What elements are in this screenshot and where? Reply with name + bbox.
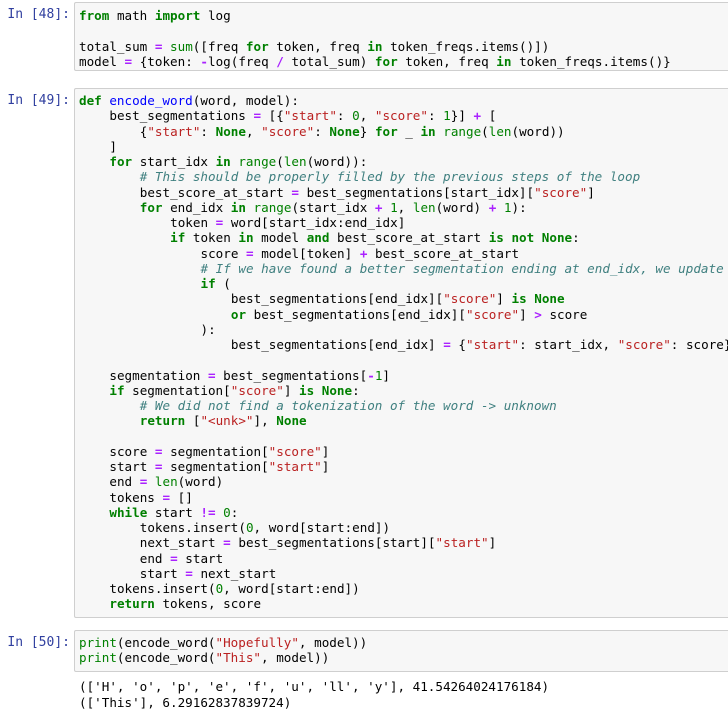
code-line: start = next_start — [139, 565, 277, 581]
code-line: best_segmentations = [{"start": 0, "scor… — [109, 108, 497, 124]
code-line: for end_idx in range(start_idx + 1, len(… — [139, 199, 527, 215]
code-line: # If we have found a better segmentation… — [200, 260, 724, 276]
code-line: tokens.insert(0, word[start:end]) — [109, 581, 360, 596]
code-line: best_segmentations[end_idx]["score"] is … — [230, 291, 565, 307]
code-line: from math import log — [79, 8, 231, 23]
code-line: end = start — [139, 550, 224, 566]
code-line: ): — [200, 321, 216, 337]
code-line: score = segmentation["score"] — [109, 443, 330, 459]
code-line: # We did not find a tokenization of the … — [139, 398, 557, 413]
code-line: token = word[start_idx:end_idx] — [170, 215, 406, 230]
code-line: ] — [109, 138, 117, 154]
code-line: # This should be properly filled by the … — [139, 169, 641, 185]
code-line: next_start = best_segmentations[start]["… — [139, 535, 497, 551]
code-line: print(encode_word("This", model)) — [79, 650, 330, 666]
code-line: tokens = [] — [109, 489, 193, 505]
output-line: (['H', 'o', 'p', 'e', 'f', 'u', 'll', 'y… — [79, 679, 550, 694]
code-line: {"start": None, "score": None} for _ in … — [139, 123, 565, 139]
code-line: model = {token: -log(freq / total_sum) f… — [79, 53, 671, 69]
code-line: for start_idx in range(len(word)): — [109, 154, 368, 169]
cell-input-area[interactable]: from math import log total_sum = sum([fre… — [74, 2, 728, 71]
code-line: print(encode_word("Hopefully", model)) — [79, 635, 368, 650]
code-line: if token in model and best_score_at_star… — [170, 230, 580, 246]
code-line: start = segmentation["start"] — [109, 459, 330, 474]
code-line: def encode_word(word, model): — [79, 93, 299, 108]
code-line: if ( — [200, 276, 231, 291]
code-line: return tokens, score — [109, 596, 262, 612]
code-line: while start != 0: — [109, 504, 239, 520]
cell-prompt: In [49]: — [7, 93, 70, 108]
cell-prompt: In [50]: — [7, 635, 70, 650]
code-line: score = model[token] + best_score_at_sta… — [200, 245, 520, 261]
cell-input-area[interactable]: print(encode_word("Hopefully", model)) pr… — [74, 630, 728, 672]
cell-prompt: In [48]: — [7, 7, 70, 22]
code-line: return ["<unk>"], None — [139, 413, 307, 429]
code-line: total_sum = sum([freq for token, freq in… — [79, 38, 550, 54]
code-line: tokens.insert(0, word[start:end]) — [139, 520, 391, 535]
code-line: best_segmentations[end_idx] = {"start": … — [230, 337, 728, 352]
output-line: (['This'], 6.29162837839724) — [79, 694, 292, 710]
code-line: if segmentation["score"] is None: — [109, 382, 360, 398]
code-line: best_score_at_start = best_segmentations… — [139, 184, 595, 200]
code-line: or best_segmentations[end_idx]["score"] … — [230, 306, 588, 322]
code-line: segmentation = best_segmentations[-1] — [109, 367, 391, 383]
code-line: end = len(word) — [109, 474, 224, 490]
cell-input-area[interactable]: def encode_word(word, model): best_segme… — [74, 88, 728, 618]
